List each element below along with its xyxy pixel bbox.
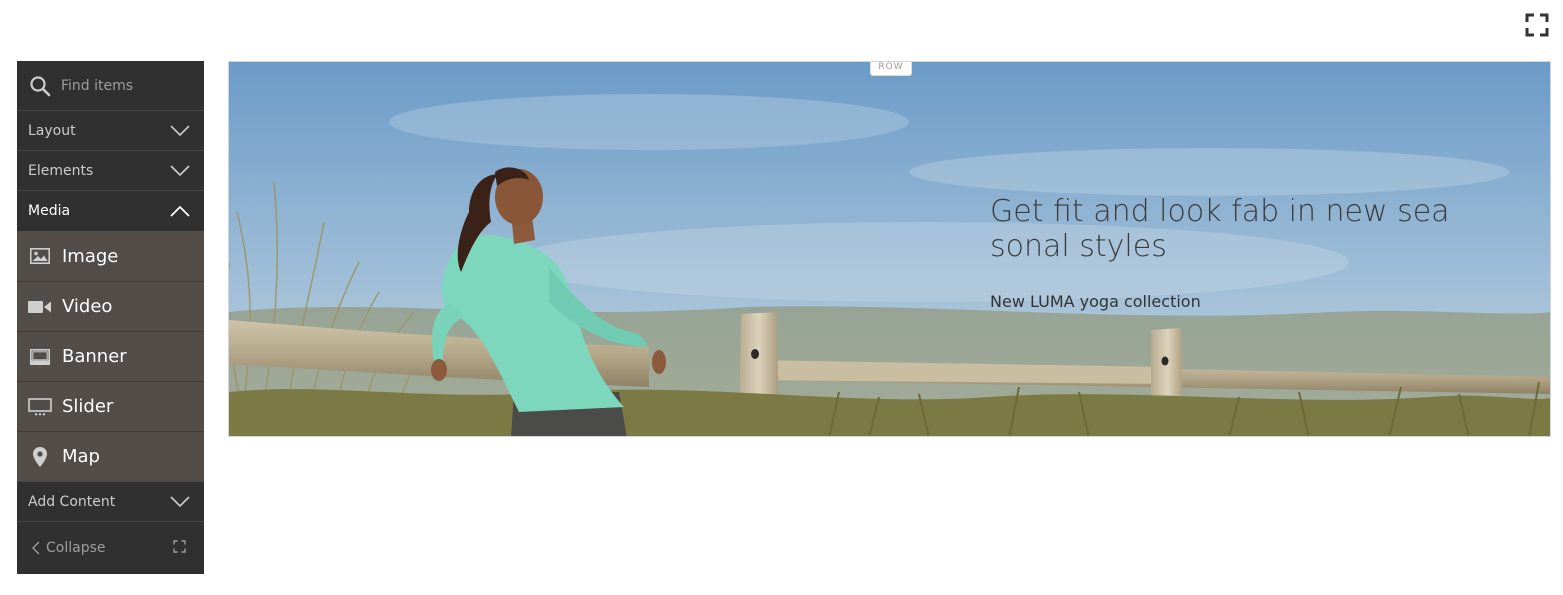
content-panel-sidebar: Layout Elements Media (17, 61, 204, 574)
media-item-video[interactable]: Video (17, 281, 204, 331)
image-icon (27, 248, 53, 264)
row-label: ROW (870, 62, 912, 76)
video-icon (27, 300, 53, 314)
banner-content: Get fit and look fab in new seasonal sty… (990, 194, 1460, 311)
media-item-map[interactable]: Map (17, 431, 204, 481)
row-container[interactable]: ROW Get fit and look fab in new seasonal… (228, 61, 1551, 437)
slider-icon (27, 397, 53, 416)
page-builder: Layout Elements Media (0, 0, 1563, 595)
sidebar-footer: Collapse (17, 521, 204, 574)
section-label: Layout (28, 122, 76, 139)
collapse-button[interactable]: Collapse (32, 540, 106, 556)
search-bar (17, 61, 204, 111)
section-label: Media (28, 203, 71, 219)
section-label: Elements (28, 162, 94, 179)
search-icon (30, 75, 51, 96)
chevron-left-icon (32, 541, 40, 555)
media-item-label: Video (62, 296, 113, 317)
fullscreen-icon[interactable] (1525, 13, 1549, 37)
banner-icon (27, 348, 53, 365)
chevron-up-icon (170, 205, 190, 217)
section-elements[interactable]: Elements (17, 151, 204, 191)
chevron-down-icon (170, 495, 190, 507)
section-media[interactable]: Media (17, 191, 204, 231)
media-item-label: Slider (62, 396, 114, 417)
search-input[interactable] (61, 77, 191, 94)
media-item-label: Map (62, 446, 100, 467)
chevron-down-icon (170, 164, 190, 176)
media-item-label: Image (62, 245, 119, 267)
collapse-label: Collapse (46, 540, 106, 556)
banner-subtitle[interactable]: New LUMA yoga collection (990, 292, 1460, 311)
section-label: Add Content (28, 493, 116, 510)
map-pin-icon (27, 446, 53, 467)
section-add-content[interactable]: Add Content (17, 481, 204, 521)
chevron-down-icon (170, 124, 190, 136)
media-item-image[interactable]: Image (17, 231, 204, 281)
banner-title[interactable]: Get fit and look fab in new seasonal sty… (990, 194, 1460, 264)
media-item-label: Banner (62, 346, 127, 367)
media-item-banner[interactable]: Banner (17, 331, 204, 381)
media-items-list: Image Video Banner Slider Map (17, 231, 204, 481)
media-item-slider[interactable]: Slider (17, 381, 204, 431)
expand-panel-icon[interactable] (173, 539, 186, 557)
section-layout[interactable]: Layout (17, 111, 204, 151)
